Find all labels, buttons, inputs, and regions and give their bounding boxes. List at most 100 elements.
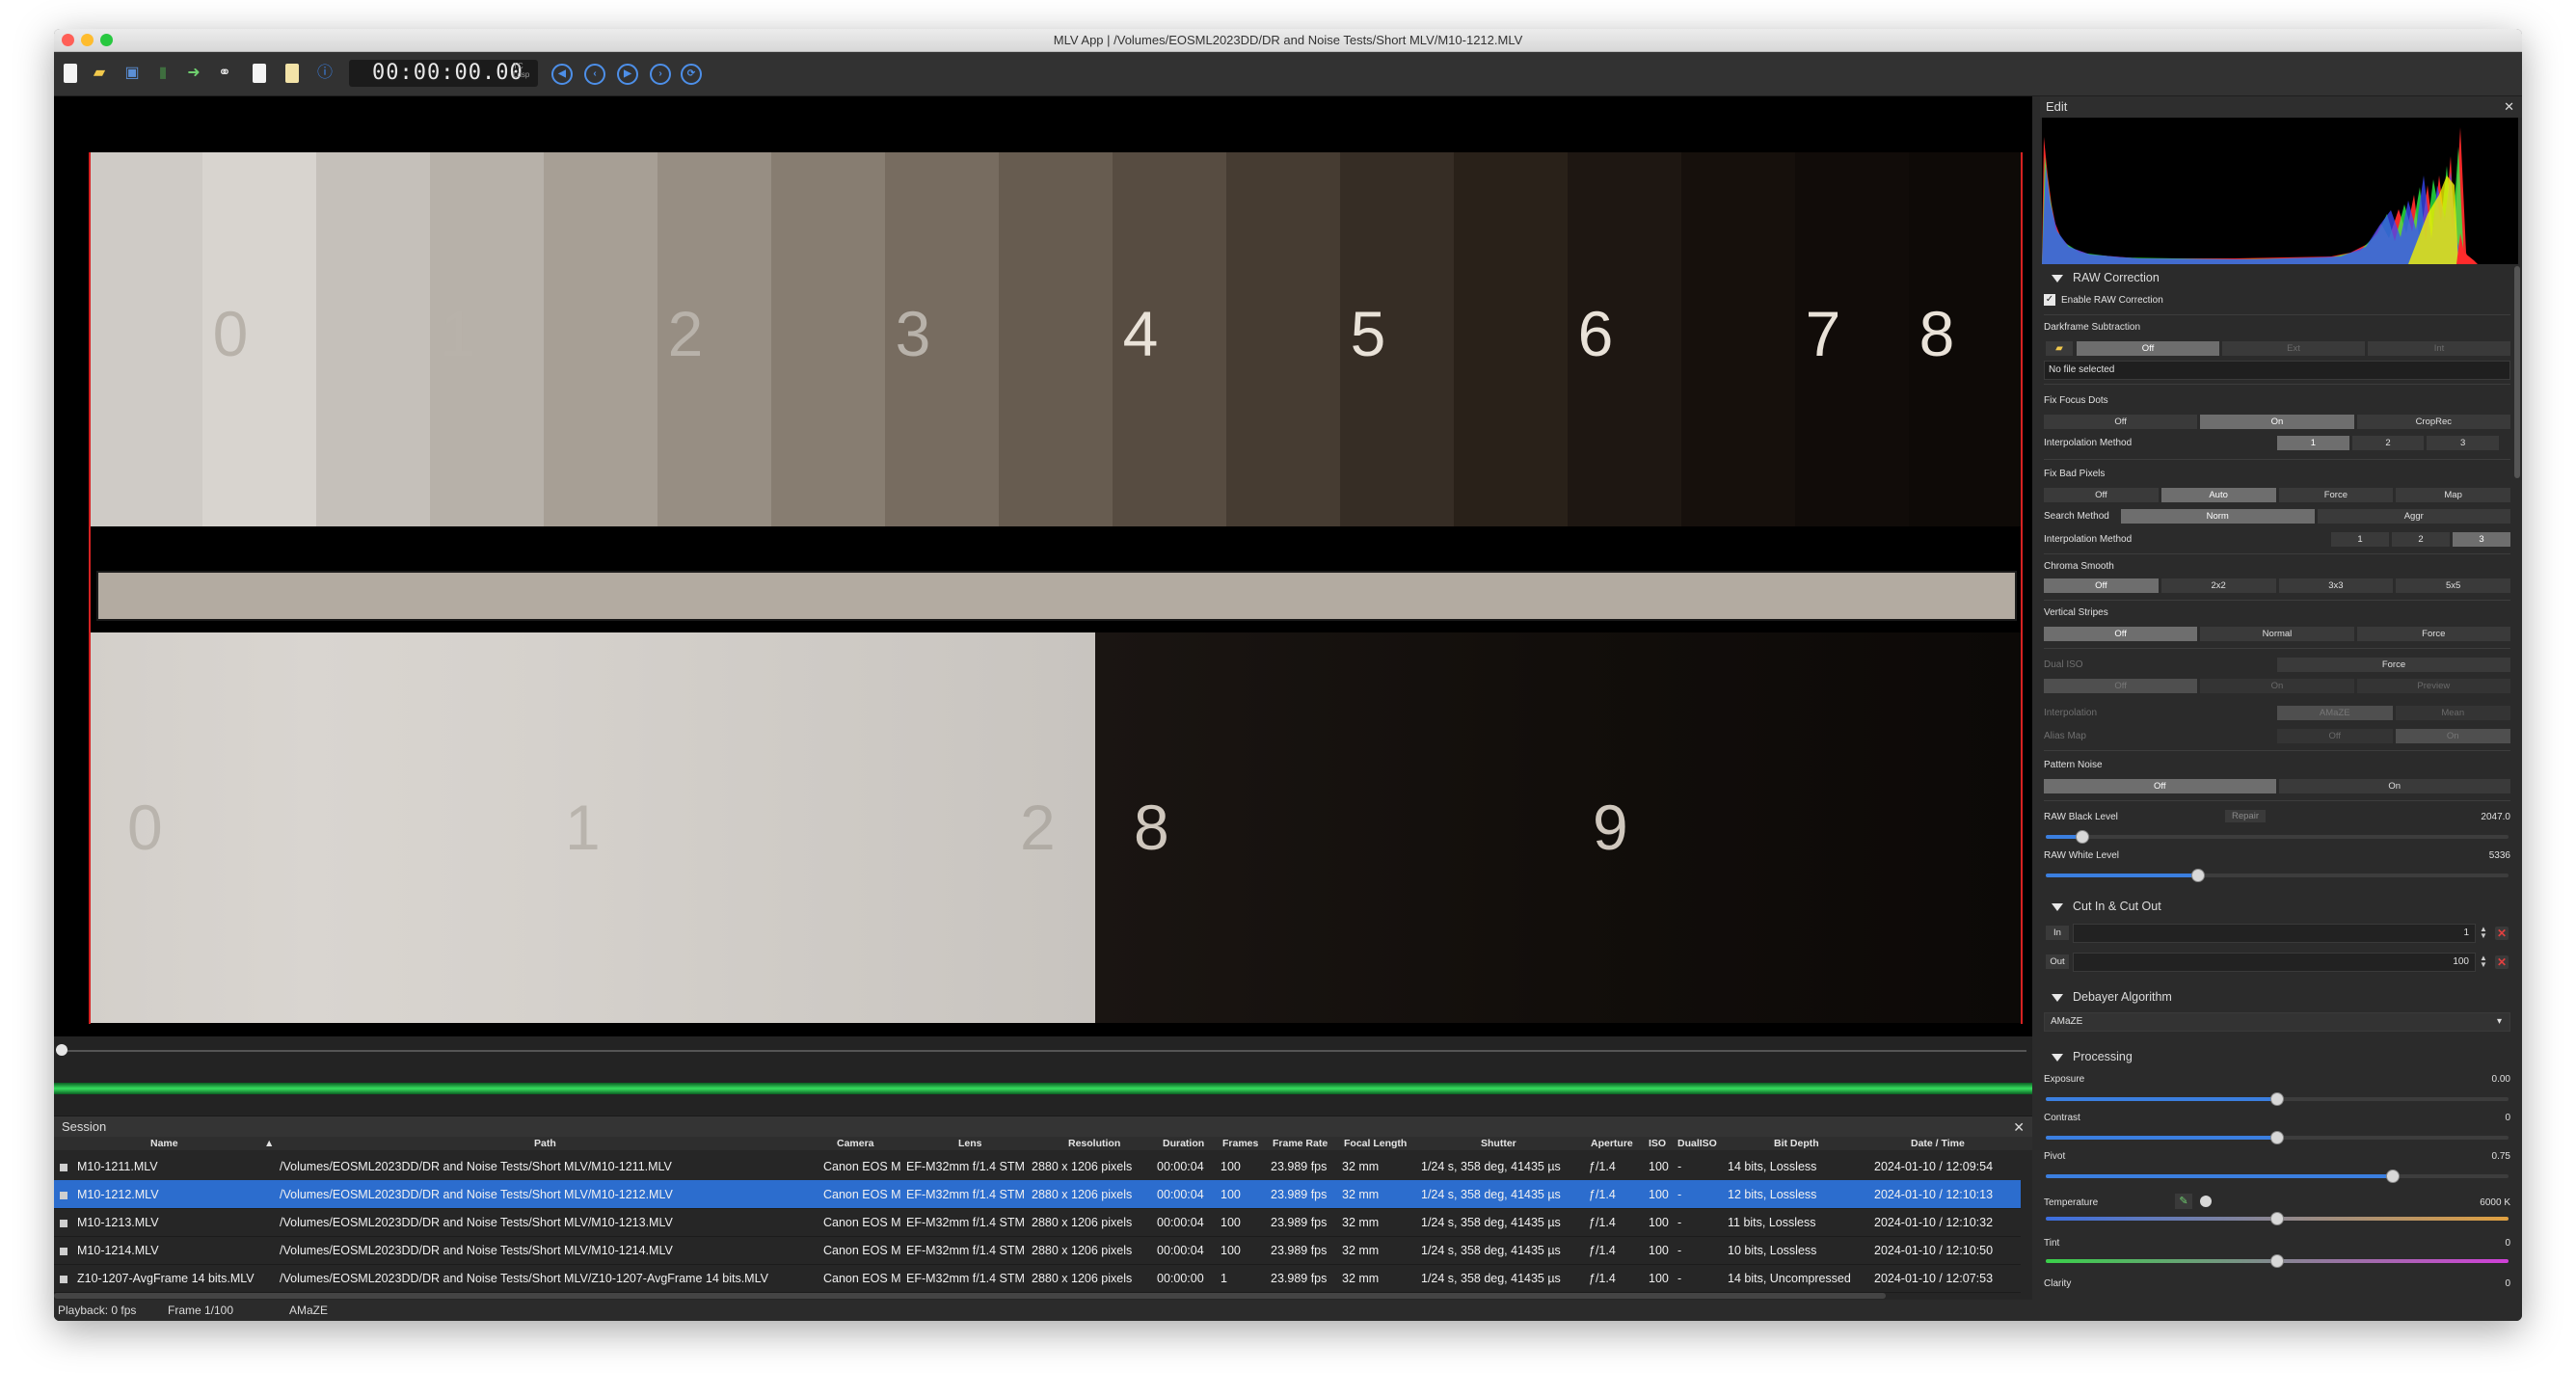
col-aperture[interactable]: Aperture [1591, 1137, 1633, 1150]
chroma-2x2[interactable]: 2x2 [2160, 578, 2276, 593]
cut-out-reset-icon[interactable]: ✕ [2495, 955, 2509, 969]
search-norm[interactable]: Norm [2121, 509, 2315, 524]
section-raw-correction[interactable]: RAW Correction [2044, 268, 2160, 287]
col-resolution[interactable]: Resolution [1068, 1137, 1120, 1150]
temperature-handle[interactable] [2270, 1212, 2284, 1225]
temperature-slider[interactable] [2046, 1212, 2509, 1225]
edit-close-icon[interactable]: ✕ [2504, 96, 2514, 118]
edit-scrollbar[interactable] [2514, 266, 2520, 478]
exposure-handle[interactable] [2270, 1092, 2284, 1106]
darkframe-off[interactable]: Off [2077, 341, 2219, 356]
export-icon[interactable]: ➜ [185, 64, 202, 83]
col-focal-length[interactable]: Focal Length [1344, 1137, 1407, 1150]
col-bit-depth[interactable]: Bit Depth [1774, 1137, 1819, 1150]
vstripes-normal[interactable]: Normal [2200, 627, 2354, 641]
timeline-handle[interactable] [56, 1044, 67, 1056]
pivot-handle[interactable] [2386, 1169, 2400, 1183]
delete-icon[interactable]: ▮ [154, 64, 172, 83]
dual-iso-on[interactable]: On [2200, 679, 2354, 693]
bad-interp-options[interactable]: 1 2 3 [2331, 532, 2510, 547]
tint-slider[interactable] [2046, 1254, 2509, 1268]
vertical-stripes-options[interactable]: Off Normal Force [2044, 627, 2510, 641]
open-folder-icon[interactable]: ▰ [91, 64, 108, 83]
session-close-icon[interactable]: ✕ [2013, 1116, 2025, 1138]
dual-iso-preview[interactable]: Preview [2356, 679, 2510, 693]
section-cut-in-out[interactable]: Cut In & Cut Out [2044, 897, 2161, 916]
focus-dots-options[interactable]: Off On CropRec [2044, 415, 2510, 429]
raw-white-level-handle[interactable] [2191, 869, 2206, 882]
first-frame-icon[interactable]: ◀ [551, 64, 573, 85]
col-name[interactable]: Name [150, 1137, 178, 1150]
raw-black-level-handle[interactable] [2076, 830, 2090, 844]
focus-dots-off[interactable]: Off [2044, 415, 2198, 429]
zoom-window-button[interactable] [100, 34, 113, 46]
cut-in-reset-icon[interactable]: ✕ [2495, 927, 2509, 940]
paste-icon[interactable] [285, 64, 299, 83]
raw-black-level-slider[interactable] [2046, 830, 2509, 844]
repair-button[interactable]: Repair [2225, 810, 2266, 822]
cut-in-stepper[interactable]: ▲ ▼ [2480, 926, 2487, 940]
pivot-slider[interactable] [2046, 1169, 2509, 1183]
pattern-noise-options[interactable]: Off On [2044, 779, 2510, 793]
focus-interp-2[interactable]: 2 [2351, 436, 2425, 450]
focus-interp-1[interactable]: 1 [2277, 436, 2349, 450]
chroma-5x5[interactable]: 5x5 [2396, 578, 2510, 593]
focus-dots-croprec[interactable]: CropRec [2356, 415, 2510, 429]
vstripes-off[interactable]: Off [2044, 627, 2198, 641]
alias-on[interactable]: On [2395, 729, 2510, 743]
timeline-track[interactable] [60, 1050, 2026, 1052]
darkframe-options[interactable]: Off Ext Int [2077, 341, 2510, 356]
search-method-options[interactable]: Norm Aggr [2121, 509, 2510, 524]
debayer-select[interactable]: AMaZE ▾ [2044, 1012, 2510, 1032]
table-row[interactable]: M10-1213.MLV/Volumes/EOSML2023DD/DR and … [54, 1208, 2021, 1237]
minimize-window-button[interactable] [81, 34, 94, 46]
cut-in-button[interactable]: In [2046, 926, 2069, 940]
col-camera[interactable]: Camera [837, 1137, 874, 1150]
col-lens[interactable]: Lens [958, 1137, 982, 1150]
tint-handle[interactable] [2270, 1254, 2284, 1268]
table-row[interactable]: Z10-1207-AvgFrame 14 bits.MLV/Volumes/EO… [54, 1264, 2021, 1293]
table-row[interactable]: M10-1212.MLV/Volumes/EOSML2023DD/DR and … [54, 1180, 2021, 1209]
cut-out-field[interactable]: 100 [2073, 953, 2476, 972]
bad-pixels-force[interactable]: Force [2278, 488, 2394, 502]
dual-interp-mean[interactable]: Mean [2395, 706, 2510, 720]
link-icon[interactable]: ⚭ [216, 64, 233, 83]
bad-interp-3[interactable]: 3 [2453, 532, 2510, 547]
bad-pixels-options[interactable]: Off Auto Force Map [2044, 488, 2510, 502]
save-icon[interactable]: ▣ [123, 64, 141, 83]
col-date-time[interactable]: Date / Time [1911, 1137, 1965, 1150]
table-row[interactable]: M10-1211.MLV/Volumes/EOSML2023DD/DR and … [54, 1152, 2021, 1181]
darkframe-folder-icon[interactable]: ▰ [2046, 341, 2073, 356]
info-icon[interactable]: ⓘ [316, 64, 334, 83]
cut-in-field[interactable]: 1 [2073, 924, 2476, 943]
video-viewer[interactable]: 012345678 0 1 2 8 9 [54, 96, 2032, 1036]
chroma-3x3[interactable]: 3x3 [2278, 578, 2394, 593]
pattern-on[interactable]: On [2278, 779, 2510, 793]
exposure-slider[interactable] [2046, 1092, 2509, 1106]
bad-interp-1[interactable]: 1 [2331, 532, 2389, 547]
session-hscrollbar[interactable] [54, 1293, 1886, 1299]
chroma-smooth-options[interactable]: Off 2x2 3x3 5x5 [2044, 578, 2510, 593]
bad-pixels-map[interactable]: Map [2396, 488, 2510, 502]
alias-off[interactable]: Off [2277, 729, 2393, 743]
eyedropper-icon[interactable]: ✎ [2175, 1194, 2192, 1209]
prev-frame-icon[interactable]: ‹ [584, 64, 605, 85]
dual-interp-amaze[interactable]: AMaZE [2277, 706, 2393, 720]
cut-out-stepper[interactable]: ▲ ▼ [2480, 954, 2487, 969]
pattern-off[interactable]: Off [2044, 779, 2276, 793]
temperature-reset-icon[interactable] [2200, 1196, 2212, 1207]
darkframe-int[interactable]: Int [2368, 341, 2510, 356]
col-frames[interactable]: Frames [1222, 1137, 1258, 1150]
col-shutter[interactable]: Shutter [1481, 1137, 1516, 1150]
focus-interp-options[interactable]: 1 2 3 [2277, 436, 2500, 450]
col-frame-rate[interactable]: Frame Rate [1273, 1137, 1328, 1150]
alias-map-options[interactable]: Off On [2277, 729, 2510, 743]
cut-out-button[interactable]: Out [2046, 954, 2069, 969]
table-row[interactable]: M10-1214.MLV/Volumes/EOSML2023DD/DR and … [54, 1236, 2021, 1265]
contrast-slider[interactable] [2046, 1131, 2509, 1144]
bad-pixels-auto[interactable]: Auto [2160, 488, 2276, 502]
darkframe-ext[interactable]: Ext [2222, 341, 2365, 356]
bad-interp-2[interactable]: 2 [2392, 532, 2450, 547]
loop-icon[interactable]: ⟳ [681, 64, 702, 85]
vstripes-force[interactable]: Force [2356, 627, 2510, 641]
